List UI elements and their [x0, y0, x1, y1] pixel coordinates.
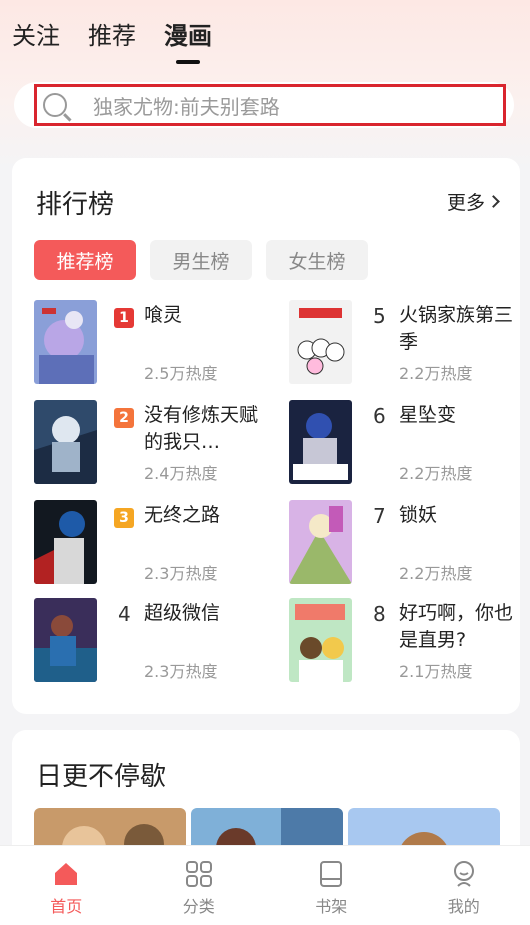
heat-count: 2.1万热度 [399, 662, 473, 681]
nav-profile-label: 我的 [447, 896, 480, 916]
heat-count: 2.2万热度 [399, 464, 473, 483]
top-tabs: 关注 推荐 漫画 [12, 18, 212, 64]
comic-title: 火锅家族第三季 [399, 304, 514, 353]
nav-profile[interactable]: 我的 [424, 859, 504, 917]
bottom-navigation: 首页 分类 书架 我的 [0, 845, 530, 925]
comic-cover [34, 598, 97, 682]
comic-title: 好巧啊，你也是直男? [399, 602, 514, 651]
tab-recommend[interactable]: 推荐 [88, 18, 136, 54]
search-placeholder: 独家尤物:前夫别套路 [93, 94, 280, 119]
nav-bookshelf[interactable]: 书架 [291, 859, 371, 917]
comic-cover [289, 500, 352, 584]
heat-count: 2.4万热度 [144, 464, 218, 483]
category-icon [185, 860, 212, 887]
rank-item-2[interactable]: 2 没有修炼天赋的我只… 2.4万热度 [34, 400, 274, 486]
bookshelf-icon [320, 860, 343, 887]
rank-number: 7 [373, 504, 386, 528]
comic-title: 超级微信 [144, 602, 221, 624]
more-label: 更多 [446, 192, 485, 214]
rank-number: 4 [118, 602, 131, 626]
rank-item-5[interactable]: 5 火锅家族第三季 2.2万热度 [289, 300, 529, 386]
tab-comics-label: 漫画 [164, 22, 212, 50]
search-bar[interactable]: 独家尤物:前夫别套路 [14, 82, 514, 128]
nav-category-label: 分类 [182, 896, 215, 916]
profile-icon [453, 860, 474, 887]
comic-cover [34, 500, 97, 584]
tab-active-indicator [176, 60, 200, 64]
heat-count: 2.5万热度 [144, 364, 218, 383]
comic-cover [289, 400, 352, 484]
rank-item-7[interactable]: 7 锁妖 2.2万热度 [289, 500, 529, 586]
rank-number: 6 [373, 404, 386, 428]
comic-title: 无终之路 [144, 504, 221, 526]
rank-item-6[interactable]: 6 星坠变 2.2万热度 [289, 400, 529, 486]
heat-count: 2.2万热度 [399, 364, 473, 383]
comic-cover [289, 598, 352, 682]
rank-badge: 2 [114, 408, 134, 428]
home-icon [55, 862, 78, 885]
heat-count: 2.3万热度 [144, 662, 218, 681]
chevron-right-icon [487, 195, 500, 208]
nav-category[interactable]: 分类 [159, 859, 239, 917]
ranking-tabs: 推荐榜 男生榜 女生榜 [34, 240, 368, 280]
comic-title: 锁妖 [399, 504, 438, 526]
comic-title: 没有修炼天赋的我只… [144, 404, 259, 453]
tab-follow[interactable]: 关注 [12, 18, 60, 54]
ranking-title: 排行榜 [36, 190, 115, 220]
comic-title: 星坠变 [399, 404, 457, 426]
daily-title: 日更不停歇 [36, 762, 167, 792]
more-button[interactable]: 更多 [446, 188, 500, 215]
rank-item-1[interactable]: 1 喰灵 2.5万热度 [34, 300, 274, 386]
rank-item-4[interactable]: 4 超级微信 2.3万热度 [34, 598, 274, 684]
comic-cover [34, 400, 97, 484]
rank-number: 8 [373, 602, 386, 626]
tab-male-rank[interactable]: 男生榜 [150, 240, 252, 280]
nav-bookshelf-label: 书架 [315, 896, 348, 916]
comic-cover [289, 300, 352, 384]
rank-number: 5 [373, 304, 386, 328]
search-input[interactable]: 独家尤物:前夫别套路 [34, 84, 506, 126]
tab-comics[interactable]: 漫画 [164, 18, 212, 64]
heat-count: 2.3万热度 [144, 564, 218, 583]
rank-badge: 1 [114, 308, 134, 328]
comic-cover [34, 300, 97, 384]
rank-badge: 3 [114, 508, 134, 528]
search-icon [43, 93, 67, 117]
rank-item-3[interactable]: 3 无终之路 2.3万热度 [34, 500, 274, 586]
tab-female-rank[interactable]: 女生榜 [266, 240, 368, 280]
nav-home-label: 首页 [50, 896, 83, 916]
ranking-card: 排行榜 更多 推荐榜 男生榜 女生榜 1 喰灵 2.5万热度 2 没有修炼天赋的… [12, 158, 520, 714]
rank-item-8[interactable]: 8 好巧啊，你也是直男? 2.1万热度 [289, 598, 529, 684]
tab-recommend-rank[interactable]: 推荐榜 [34, 240, 136, 280]
nav-home[interactable]: 首页 [26, 859, 106, 917]
heat-count: 2.2万热度 [399, 564, 473, 583]
comic-title: 喰灵 [144, 304, 183, 326]
